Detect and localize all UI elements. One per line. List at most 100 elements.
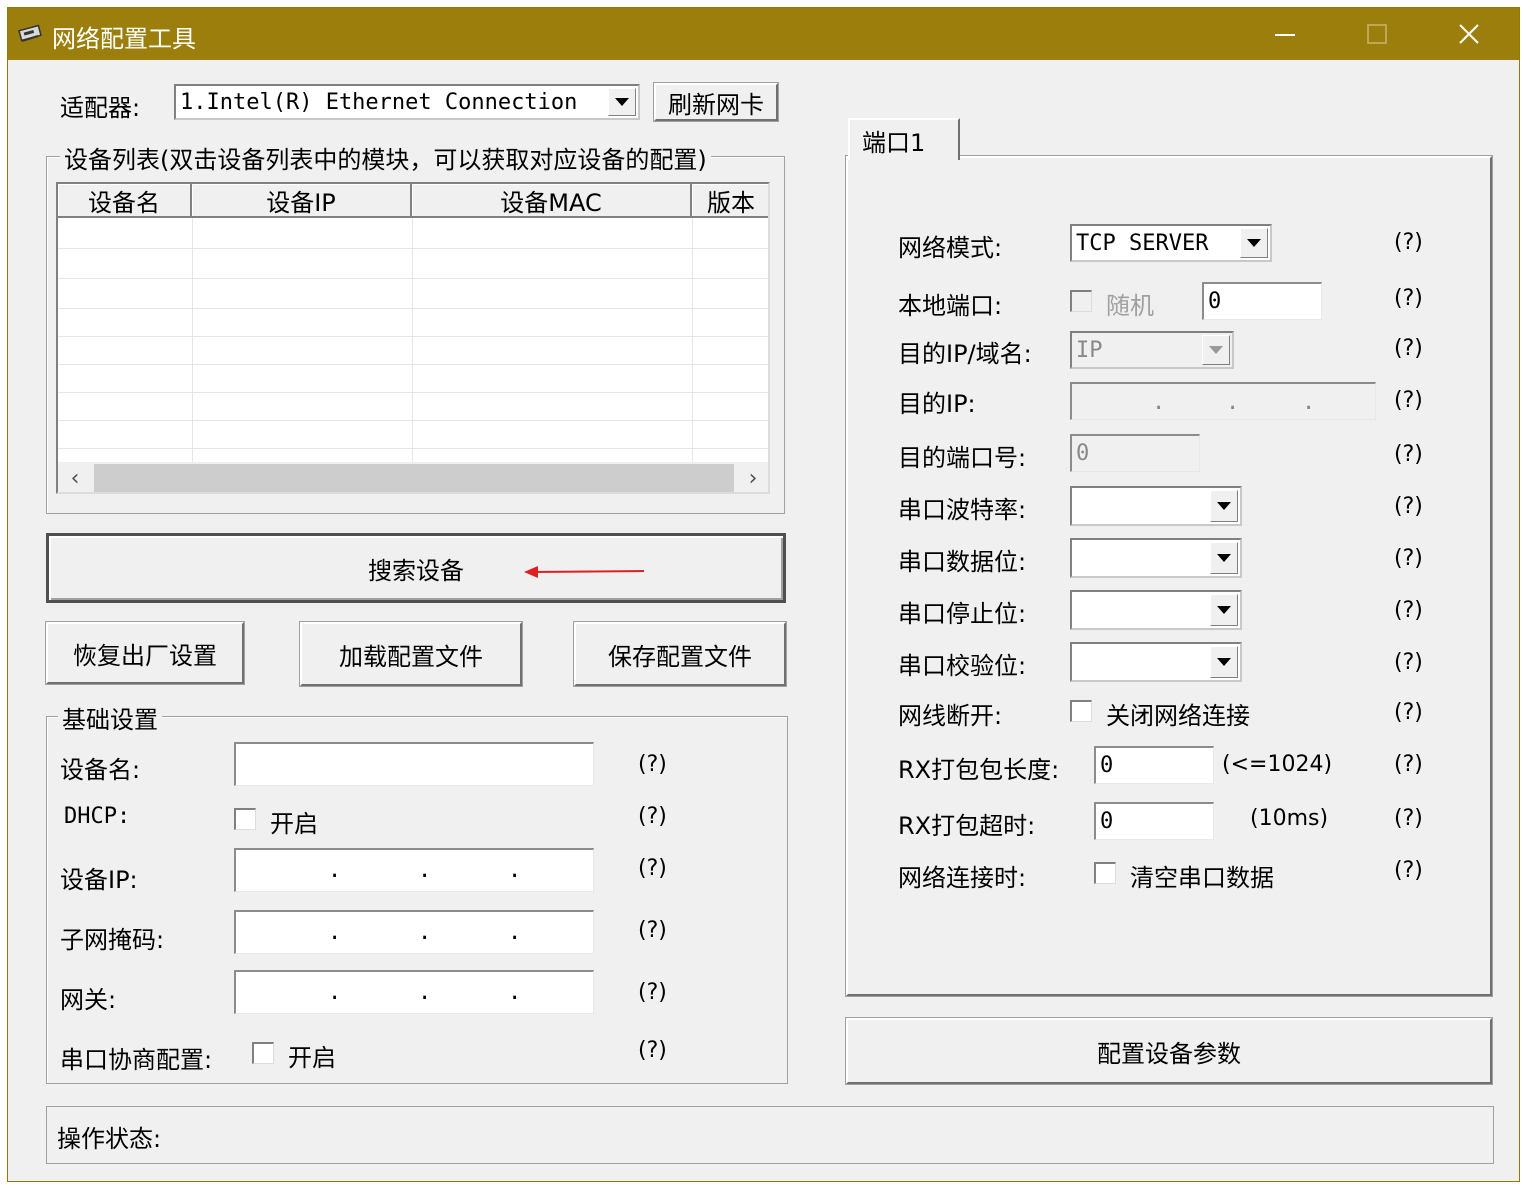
column-header-version[interactable]: 版本 (692, 184, 768, 218)
data-bits-label: 串口数据位: (898, 548, 1027, 576)
dhcp-help[interactable]: (?) (638, 804, 667, 829)
horizontal-scrollbar[interactable]: ‹ › (58, 462, 768, 492)
gateway-help[interactable]: (?) (638, 980, 667, 1005)
rx-packet-timeout-input[interactable]: 0 (1094, 802, 1214, 840)
close-icon (1459, 24, 1479, 44)
local-port-input[interactable]: 0 (1202, 282, 1322, 320)
adapter-select[interactable]: 1.Intel(R) Ethernet Connection (174, 84, 640, 120)
dest-ip-input: . . . (1070, 382, 1376, 420)
chevron-down-icon (1209, 346, 1223, 354)
tab-port1[interactable]: 端口1 (848, 118, 960, 160)
stop-bits-help[interactable]: (?) (1394, 598, 1423, 623)
baud-rate-help[interactable]: (?) (1394, 494, 1423, 519)
grid-line (58, 420, 768, 421)
ip-separator: . (1226, 390, 1240, 415)
clear-serial-checkbox[interactable] (1094, 862, 1116, 884)
gateway-input[interactable]: . . . (234, 970, 594, 1014)
gateway-label: 网关: (60, 986, 117, 1014)
rx-packet-length-label: RX打包包长度: (898, 756, 1060, 784)
device-name-help[interactable]: (?) (638, 752, 667, 777)
on-connect-help[interactable]: (?) (1394, 858, 1423, 883)
local-port-help[interactable]: (?) (1394, 286, 1423, 311)
data-bits-dropdown-button[interactable] (1210, 542, 1238, 574)
dest-ip-domain-dropdown-button (1202, 335, 1230, 365)
serial-negotiation-checkbox[interactable] (252, 1042, 274, 1064)
subnet-mask-help[interactable]: (?) (638, 918, 667, 943)
column-header-device-mac[interactable]: 设备MAC (412, 184, 692, 218)
maximize-icon (1367, 24, 1387, 44)
grid-line (692, 218, 693, 464)
title-bar: 网络配置工具 (8, 8, 1519, 60)
close-connection-checkbox[interactable] (1070, 700, 1092, 722)
net-mode-select[interactable]: TCP SERVER (1070, 224, 1272, 262)
grid-line (58, 248, 768, 249)
device-name-input[interactable] (234, 742, 594, 786)
search-devices-button[interactable]: 搜索设备 (46, 533, 786, 603)
ip-separator: . (1152, 390, 1166, 415)
dhcp-checkbox[interactable] (234, 808, 256, 830)
rx-packet-length-input[interactable]: 0 (1094, 746, 1214, 784)
stop-bits-dropdown-button[interactable] (1210, 594, 1238, 626)
random-port-label: 随机 (1106, 292, 1154, 320)
column-header-device-ip[interactable]: 设备IP (192, 184, 412, 218)
serial-negotiation-checkbox-label: 开启 (288, 1044, 336, 1072)
dest-ip-label: 目的IP: (898, 390, 976, 418)
stop-bits-select[interactable] (1070, 590, 1242, 630)
save-config-button[interactable]: 保存配置文件 (573, 621, 787, 687)
baud-rate-label: 串口波特率: (898, 496, 1027, 524)
baud-rate-dropdown-button[interactable] (1210, 490, 1238, 522)
adapter-label: 适配器: (60, 94, 141, 122)
scroll-right-icon[interactable]: › (736, 462, 768, 492)
ip-separator: . (1302, 390, 1316, 415)
cable-disconnect-help[interactable]: (?) (1394, 700, 1423, 725)
parity-dropdown-button[interactable] (1210, 646, 1238, 678)
net-mode-help[interactable]: (?) (1394, 230, 1423, 255)
chevron-down-icon (1217, 658, 1231, 666)
serial-negotiation-label: 串口协商配置: (60, 1046, 213, 1074)
device-list-table[interactable]: 设备名 设备IP 设备MAC 版本 ‹ › (56, 182, 770, 494)
dest-ip-domain-select: IP (1070, 331, 1234, 369)
scrollbar-thumb[interactable] (94, 464, 734, 492)
basic-settings-caption: 基础设置 (58, 700, 162, 735)
close-button[interactable] (1424, 8, 1514, 60)
parity-help[interactable]: (?) (1394, 650, 1423, 675)
grid-line (58, 278, 768, 279)
chevron-down-icon (615, 98, 629, 106)
subnet-mask-input[interactable]: . . . (234, 910, 594, 954)
serial-negotiation-help[interactable]: (?) (638, 1038, 667, 1063)
chevron-down-icon (1217, 502, 1231, 510)
dest-ip-domain-help[interactable]: (?) (1394, 336, 1423, 361)
device-ip-help[interactable]: (?) (638, 856, 667, 881)
stop-bits-label: 串口停止位: (898, 600, 1027, 628)
load-config-button[interactable]: 加载配置文件 (299, 621, 523, 687)
data-bits-select[interactable] (1070, 538, 1242, 578)
maximize-button (1332, 8, 1422, 60)
ip-separator: . (328, 858, 342, 883)
ip-separator: . (508, 858, 522, 883)
rx-packet-timeout-help[interactable]: (?) (1394, 806, 1423, 831)
adapter-dropdown-button[interactable] (608, 88, 636, 116)
baud-rate-select[interactable] (1070, 486, 1242, 526)
factory-reset-button[interactable]: 恢复出厂设置 (45, 621, 245, 685)
clear-serial-checkbox-label: 清空串口数据 (1130, 864, 1274, 892)
minimize-button[interactable] (1240, 8, 1330, 60)
parity-select[interactable] (1070, 642, 1242, 682)
rx-packet-length-help[interactable]: (?) (1394, 752, 1423, 777)
grid-line (58, 448, 768, 449)
scroll-left-icon[interactable]: ‹ (58, 462, 92, 492)
local-port-value: 0 (1208, 289, 1222, 314)
column-header-device-name[interactable]: 设备名 (58, 184, 192, 218)
cable-disconnect-label: 网线断开: (898, 702, 1003, 730)
data-bits-help[interactable]: (?) (1394, 546, 1423, 571)
dest-ip-domain-value: IP (1076, 337, 1103, 363)
dhcp-label: DHCP: (64, 804, 131, 829)
dest-port-help[interactable]: (?) (1394, 442, 1423, 467)
ip-separator: . (418, 920, 432, 945)
status-label: 操作状态: (57, 1125, 162, 1153)
device-ip-input[interactable]: . . . (234, 848, 594, 892)
dest-ip-help[interactable]: (?) (1394, 388, 1423, 413)
refresh-adapter-button[interactable]: 刷新网卡 (653, 82, 779, 122)
net-mode-dropdown-button[interactable] (1240, 228, 1268, 258)
apply-config-button[interactable]: 配置设备参数 (845, 1017, 1493, 1085)
annotation-arrow (524, 566, 645, 578)
